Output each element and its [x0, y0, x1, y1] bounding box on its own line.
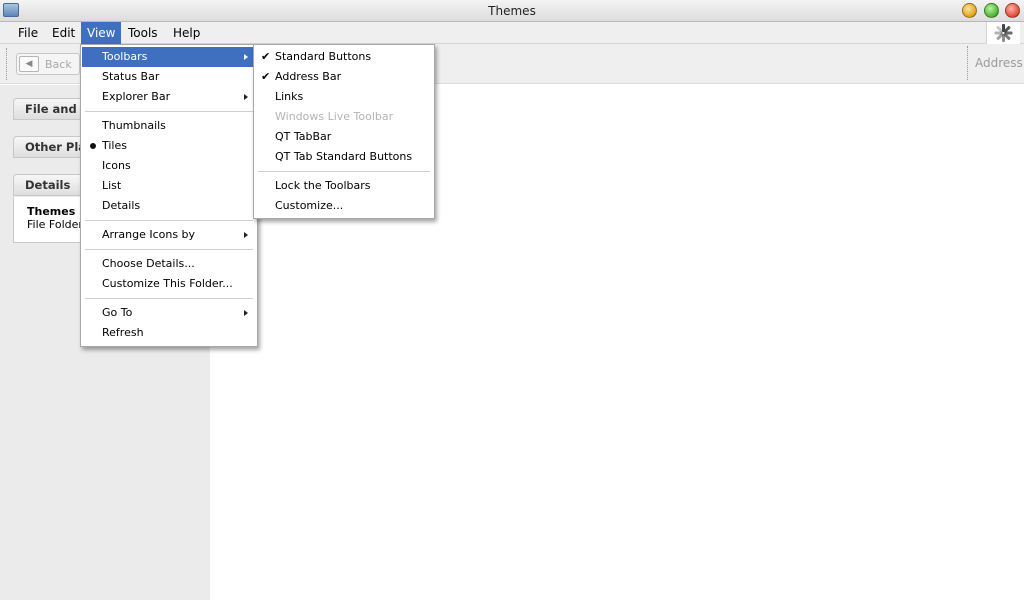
menu-tools[interactable]: Tools: [122, 22, 164, 44]
toolbars-address-bar-label: Address Bar: [275, 70, 342, 83]
view-menu-list[interactable]: List: [82, 176, 256, 196]
view-menu-refresh[interactable]: Refresh: [82, 323, 256, 343]
toolbars-standard-buttons[interactable]: ✔ Standard Buttons: [255, 47, 433, 67]
title-bar: Themes: [0, 0, 1024, 22]
toolbars-standard-buttons-label: Standard Buttons: [275, 50, 372, 63]
toolbar-grip[interactable]: [6, 48, 8, 80]
menu-separator: [85, 111, 253, 112]
view-menu-go-to[interactable]: Go To: [82, 303, 256, 323]
toolbars-windows-live-toolbar: Windows Live Toolbar: [275, 110, 394, 123]
menu-view[interactable]: View: [81, 22, 122, 44]
view-menu-details[interactable]: Details: [82, 196, 256, 216]
toolbars-qt-tabbar[interactable]: QT TabBar: [255, 127, 433, 147]
submenu-arrow-icon: [244, 54, 248, 60]
window-title: Themes: [488, 4, 536, 18]
maximize-button[interactable]: [984, 3, 999, 18]
radio-bullet-icon: [90, 143, 96, 149]
toolbars-customize[interactable]: Customize...: [255, 196, 433, 216]
minimize-button[interactable]: [962, 3, 977, 18]
menu-help[interactable]: Help: [167, 22, 206, 44]
back-button[interactable]: ◀ Back: [16, 53, 80, 75]
view-menu: Toolbars Status Bar Explorer Bar Thumbna…: [80, 44, 258, 347]
menu-separator: [85, 249, 253, 250]
toolbars-lock[interactable]: Lock the Toolbars: [255, 176, 433, 196]
checkmark-icon: ✔: [261, 50, 271, 63]
view-menu-go-to-label: Go To: [102, 306, 133, 319]
address-bar-grip[interactable]: [967, 46, 968, 80]
close-button[interactable]: [1005, 3, 1020, 18]
back-arrow-icon: ◀: [19, 56, 39, 72]
view-menu-toolbars[interactable]: Toolbars: [82, 47, 256, 67]
view-menu-choose-details[interactable]: Choose Details...: [82, 254, 256, 274]
view-menu-arrange-label: Arrange Icons by: [102, 228, 196, 241]
checkmark-icon: ✔: [261, 70, 271, 83]
menu-edit[interactable]: Edit: [46, 22, 81, 44]
view-menu-thumbnails[interactable]: Thumbnails: [82, 116, 256, 136]
menu-file[interactable]: File: [12, 22, 44, 44]
toolbars-qt-tab-standard-buttons[interactable]: QT Tab Standard Buttons: [255, 147, 433, 167]
view-menu-toolbars-label: Toolbars: [102, 50, 148, 63]
menu-separator: [85, 220, 253, 221]
view-menu-tiles[interactable]: Tiles: [82, 136, 256, 156]
address-label: Address: [975, 56, 1023, 70]
view-menu-status-bar[interactable]: Status Bar: [82, 67, 256, 87]
toolbars-address-bar[interactable]: ✔ Address Bar: [255, 67, 433, 87]
view-menu-icons[interactable]: Icons: [82, 156, 256, 176]
loading-spinner-icon: [986, 22, 1020, 44]
view-menu-tiles-label: Tiles: [102, 139, 127, 152]
view-menu-explorer-bar-label: Explorer Bar: [102, 90, 171, 103]
submenu-arrow-icon: [244, 94, 248, 100]
view-menu-customize-folder[interactable]: Customize This Folder...: [82, 274, 256, 294]
menu-separator: [85, 298, 253, 299]
submenu-arrow-icon: [244, 232, 248, 238]
menu-bar: File Edit View Tools Help: [0, 22, 1024, 44]
toolbars-links[interactable]: Links: [255, 87, 433, 107]
view-menu-explorer-bar[interactable]: Explorer Bar: [82, 87, 256, 107]
submenu-arrow-icon: [244, 310, 248, 316]
menu-separator: [258, 171, 430, 172]
toolbars-submenu: ✔ Standard Buttons ✔ Address Bar Links W…: [253, 44, 435, 219]
view-menu-arrange-icons-by[interactable]: Arrange Icons by: [82, 225, 256, 245]
back-button-label: Back: [45, 58, 72, 71]
